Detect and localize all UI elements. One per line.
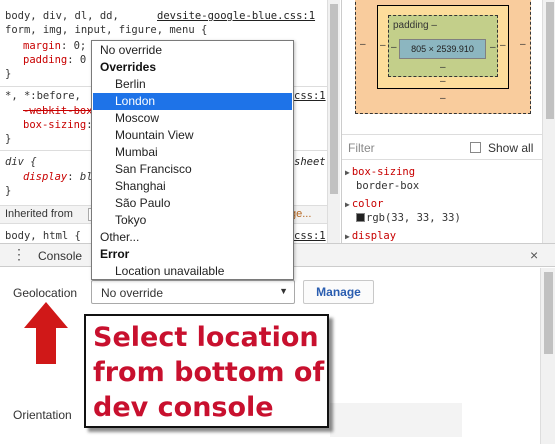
styles-scrollbar[interactable]	[327, 0, 340, 243]
inherited-from-label: Inherited from	[5, 208, 73, 220]
box-model-border[interactable]: padding – 805 × 2539.910 – – – – – –	[377, 5, 509, 89]
orientation-select[interactable]	[330, 403, 462, 437]
dropdown-option[interactable]: Berlin	[93, 76, 292, 93]
property-name: -webkit-box	[23, 105, 93, 117]
margin-bottom-value[interactable]: –	[440, 93, 446, 104]
dropdown-option-selected[interactable]: London	[93, 93, 292, 110]
drawer-scrollbar[interactable]	[540, 268, 555, 444]
show-all-label[interactable]: Show all	[488, 141, 533, 155]
property-value: 0;	[73, 40, 87, 52]
dropdown-option[interactable]: Moscow	[93, 110, 292, 127]
rule-source-label: sheet	[294, 156, 326, 168]
property-name: box-sizing	[351, 166, 416, 178]
dropdown-option[interactable]: Mountain View	[93, 127, 292, 144]
computed-property[interactable]: ▶ display	[345, 230, 396, 242]
dropdown-option[interactable]: Other...	[93, 229, 292, 246]
rule-selector: body, div, dl, dd,	[5, 10, 119, 22]
computed-scrollbar[interactable]	[542, 0, 555, 243]
property-value: 0	[79, 54, 87, 66]
rule-source-link[interactable]: css:1	[294, 90, 326, 102]
scrollbar-thumb[interactable]	[544, 272, 553, 354]
border-right-value[interactable]: –	[500, 40, 506, 51]
rule-selector: form, img, input, figure, menu {	[5, 24, 208, 36]
drawer-menu-icon[interactable]: ⋮	[12, 247, 26, 261]
padding-label: padding –	[393, 20, 437, 31]
expand-triangle-icon[interactable]: ▶	[345, 168, 350, 177]
property-name: margin	[23, 40, 61, 52]
expand-triangle-icon[interactable]: ▶	[345, 232, 350, 241]
box-model-margin[interactable]: padding – 805 × 2539.910 – – – – – – – –…	[355, 0, 531, 114]
css-property[interactable]: padding: 0	[23, 54, 86, 66]
computed-value: border-box	[356, 180, 420, 192]
box-model-content[interactable]: 805 × 2539.910	[399, 39, 486, 59]
css-property[interactable]: display: bl	[23, 171, 93, 183]
geolocation-select[interactable]: No override ▼	[91, 280, 295, 304]
rule-selector: *, *:before,	[5, 90, 81, 102]
annotation-callout: Select location from bottom of dev conso…	[84, 314, 329, 428]
dropdown-option[interactable]: San Francisco	[93, 161, 292, 178]
show-all-checkbox[interactable]	[470, 142, 481, 153]
rule-source-link[interactable]: css:1	[294, 230, 326, 242]
color-swatch-icon[interactable]	[356, 213, 365, 222]
margin-right-value[interactable]: –	[520, 39, 526, 50]
dropdown-option[interactable]: Tokyo	[93, 212, 292, 229]
dropdown-option[interactable]: Shanghai	[93, 178, 292, 195]
property-name: display	[23, 171, 68, 183]
property-name: color	[351, 198, 384, 210]
color-value: rgb(33, 33, 33)	[366, 212, 461, 224]
padding-bottom-value[interactable]: –	[440, 62, 446, 73]
rule-close-brace: }	[5, 133, 12, 145]
rule-selector: body, html {	[5, 230, 81, 242]
manage-button[interactable]: Manage	[303, 280, 374, 304]
dropdown-option[interactable]: Location unavailable	[93, 263, 292, 280]
scrollbar-thumb[interactable]	[330, 4, 338, 194]
expand-triangle-icon[interactable]: ▶	[345, 200, 350, 209]
up-arrow-icon	[24, 302, 68, 364]
geolocation-dropdown-list[interactable]: No override Overrides Berlin London Mosc…	[91, 40, 294, 280]
dropdown-option[interactable]: São Paulo	[93, 195, 292, 212]
css-property[interactable]: margin: 0;	[23, 40, 86, 52]
dropdown-option[interactable]: No override	[93, 42, 292, 59]
rule-selector: div {	[5, 156, 37, 168]
tab-console[interactable]: Console	[38, 249, 82, 263]
computed-property[interactable]: ▶ box-sizing	[345, 166, 415, 178]
computed-pane: padding – 805 × 2539.910 – – – – – – – –…	[341, 0, 555, 243]
scrollbar-thumb[interactable]	[546, 2, 554, 119]
box-model-padding[interactable]: padding – 805 × 2539.910 – – –	[388, 15, 498, 77]
computed-property[interactable]: ▶ color	[345, 198, 383, 210]
margin-left-value[interactable]: –	[360, 39, 366, 50]
computed-value: rgb(33, 33, 33)	[356, 212, 461, 224]
css-property[interactable]: box-sizing:	[23, 119, 93, 131]
rule-close-brace: }	[5, 185, 12, 197]
close-icon[interactable]: ×	[530, 247, 538, 263]
rule-source-link[interactable]: devsite-google-blue.css:1	[157, 10, 315, 22]
dropdown-group-header: Overrides	[100, 60, 157, 74]
computed-filter-row: Filter Show all	[342, 134, 542, 160]
filter-input[interactable]: Filter	[348, 141, 375, 155]
property-name: display	[351, 230, 397, 242]
chevron-down-icon: ▼	[279, 286, 288, 296]
rule-close-brace: }	[5, 68, 12, 80]
padding-left-value[interactable]: –	[391, 42, 397, 53]
css-property[interactable]: -webkit-box	[23, 105, 93, 117]
padding-right-value[interactable]: –	[490, 42, 496, 53]
orientation-label: Orientation	[13, 408, 72, 422]
geolocation-select-value: No override	[101, 286, 164, 300]
dropdown-group-header: Error	[100, 247, 130, 261]
border-left-value[interactable]: –	[380, 40, 386, 51]
annotation-text: Select location from bottom of dev conso…	[93, 322, 325, 423]
property-name: box-sizing	[23, 119, 87, 131]
dropdown-option[interactable]: Mumbai	[93, 144, 292, 161]
border-bottom-value[interactable]: –	[440, 76, 446, 87]
geolocation-label: Geolocation	[13, 286, 78, 300]
property-name: padding	[23, 54, 68, 66]
